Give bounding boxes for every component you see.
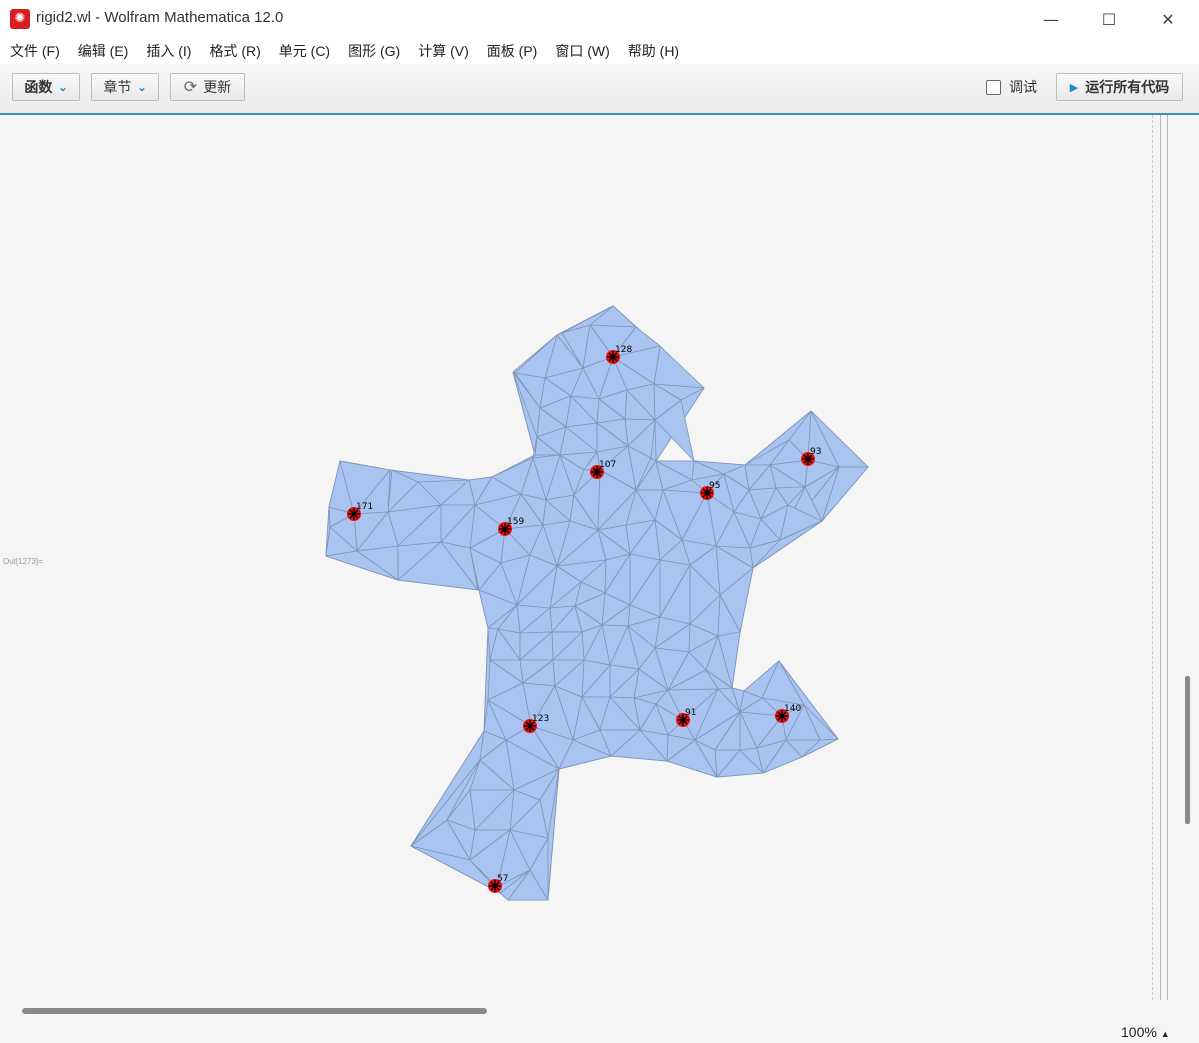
run-all-button[interactable]: ▶ 运行所有代码 bbox=[1056, 73, 1183, 101]
horizontal-scroll-thumb[interactable] bbox=[22, 1008, 487, 1014]
functions-label: 函数 bbox=[24, 79, 53, 95]
zoom-arrow-icon: ▲ bbox=[1160, 1029, 1170, 1039]
menu-window[interactable]: 窗口 (W) bbox=[546, 41, 618, 61]
zoom-level: 100% bbox=[1121, 1024, 1157, 1040]
close-icon[interactable]: ✕ bbox=[1139, 0, 1197, 38]
zoom-control[interactable]: 100% ▲ bbox=[1121, 1024, 1170, 1040]
functions-dropdown[interactable]: 函数 ⌄ bbox=[12, 73, 80, 101]
debug-checkbox[interactable] bbox=[986, 79, 1001, 95]
menu-bar: 文件 (F) 编辑 (E) 插入 (I) 格式 (R) 单元 (C) 图形 (G… bbox=[0, 38, 1199, 64]
maximize-icon[interactable]: ☐ bbox=[1080, 0, 1138, 38]
menu-graphics[interactable]: 图形 (G) bbox=[339, 41, 409, 61]
menu-evaluation[interactable]: 计算 (V) bbox=[409, 41, 478, 61]
update-label: 更新 bbox=[203, 79, 232, 95]
debug-toggle[interactable]: 调试 bbox=[986, 77, 1037, 97]
title-bar: ✺ rigid2.wl - Wolfram Mathematica 12.0 —… bbox=[0, 0, 1199, 38]
vertical-scroll-thumb[interactable] bbox=[1185, 676, 1190, 824]
update-button[interactable]: ⟳ 更新 bbox=[170, 73, 245, 101]
sections-label: 章节 bbox=[103, 79, 132, 95]
minimize-icon[interactable]: — bbox=[1022, 0, 1080, 38]
menu-insert[interactable]: 插入 (I) bbox=[137, 41, 200, 61]
cell-bracket-outer[interactable] bbox=[1167, 115, 1168, 1000]
window-title: rigid2.wl - Wolfram Mathematica 12.0 bbox=[36, 9, 284, 26]
output-cell-label: Out[1273]= bbox=[3, 557, 43, 566]
menu-palettes[interactable]: 面板 (P) bbox=[478, 41, 547, 61]
chevron-down-icon: ⌄ bbox=[137, 81, 147, 94]
menu-cell[interactable]: 单元 (C) bbox=[270, 41, 339, 61]
menu-format[interactable]: 格式 (R) bbox=[200, 41, 269, 61]
cell-bracket-group[interactable] bbox=[1160, 115, 1161, 1000]
menu-help[interactable]: 帮助 (H) bbox=[619, 41, 688, 61]
status-bar bbox=[0, 1018, 1199, 1043]
cell-bracket-inner[interactable] bbox=[1152, 115, 1153, 1000]
debug-label: 调试 bbox=[1009, 80, 1037, 96]
menu-edit[interactable]: 编辑 (E) bbox=[69, 41, 138, 61]
sections-dropdown[interactable]: 章节 ⌄ bbox=[91, 73, 159, 101]
notebook-canvas[interactable] bbox=[0, 115, 1199, 1000]
cell-brackets[interactable] bbox=[1150, 115, 1180, 1000]
chevron-down-icon: ⌄ bbox=[58, 81, 68, 94]
play-icon: ▶ bbox=[1069, 81, 1079, 94]
run-all-label: 运行所有代码 bbox=[1085, 79, 1170, 95]
vertical-scrollbar[interactable] bbox=[1182, 115, 1194, 1000]
refresh-icon: ⟳ bbox=[183, 79, 198, 96]
menu-file[interactable]: 文件 (F) bbox=[0, 41, 69, 61]
mathematica-spikey-icon[interactable]: ✺ bbox=[10, 9, 30, 29]
